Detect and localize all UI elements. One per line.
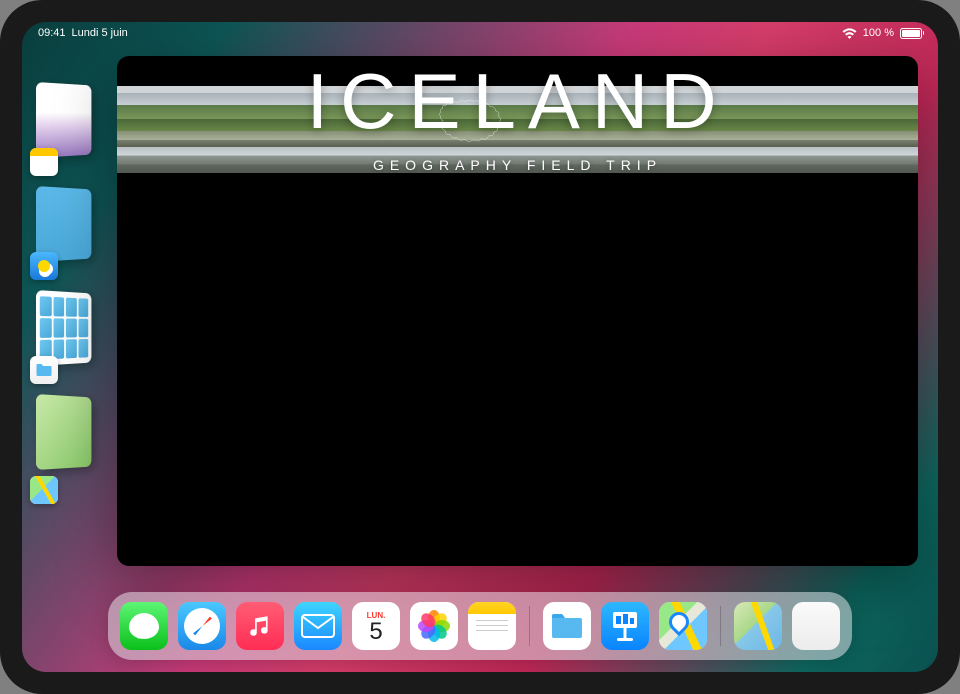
dock-files[interactable] bbox=[543, 602, 591, 650]
dock-divider-2 bbox=[720, 606, 721, 646]
dock-divider bbox=[529, 606, 530, 646]
files-icon bbox=[30, 356, 58, 384]
dock-notes[interactable] bbox=[468, 602, 516, 650]
status-date: Lundi 5 juin bbox=[72, 27, 128, 39]
dock-calendar[interactable]: LUN. 5 bbox=[352, 602, 400, 650]
maps-icon bbox=[30, 476, 58, 504]
stage-manager-sidebar bbox=[36, 82, 100, 482]
dock-safari[interactable] bbox=[178, 602, 226, 650]
presentation-slide: ICELAND GEOGRAPHY FIELD TRIP bbox=[117, 86, 918, 173]
dock-messages[interactable] bbox=[120, 602, 168, 650]
status-time: 09:41 bbox=[38, 27, 66, 39]
dock-suggested-shortcuts[interactable] bbox=[792, 602, 840, 650]
ipad-device-frame: 09:41 Lundi 5 juin 100 % bbox=[0, 0, 960, 694]
stage-app-files[interactable] bbox=[36, 290, 100, 378]
dock-keynote[interactable] bbox=[601, 602, 649, 650]
maps-icon bbox=[659, 602, 707, 650]
stage-app-notes[interactable] bbox=[36, 82, 100, 170]
slide-title: ICELAND bbox=[306, 56, 728, 147]
dock-maps[interactable] bbox=[659, 602, 707, 650]
slide-subtitle: GEOGRAPHY FIELD TRIP bbox=[373, 157, 662, 173]
wifi-icon bbox=[842, 28, 857, 39]
dock-music[interactable] bbox=[236, 602, 284, 650]
weather-icon bbox=[30, 252, 58, 280]
ipad-screen: 09:41 Lundi 5 juin 100 % bbox=[22, 22, 938, 672]
dock-photos[interactable] bbox=[410, 602, 458, 650]
dock: LUN. 5 bbox=[108, 592, 852, 660]
calendar-day-number: 5 bbox=[369, 620, 382, 644]
stage-app-weather[interactable] bbox=[36, 186, 100, 274]
status-bar: 09:41 Lundi 5 juin 100 % bbox=[22, 22, 938, 44]
dock-suggested-maps[interactable] bbox=[734, 602, 782, 650]
battery-icon bbox=[900, 28, 922, 39]
photos-icon bbox=[417, 609, 451, 643]
keynote-window[interactable]: ICELAND GEOGRAPHY FIELD TRIP bbox=[117, 56, 918, 566]
notes-icon bbox=[30, 148, 58, 176]
dock-mail[interactable] bbox=[294, 602, 342, 650]
stage-app-maps[interactable] bbox=[36, 394, 100, 482]
battery-percent: 100 % bbox=[863, 27, 894, 39]
